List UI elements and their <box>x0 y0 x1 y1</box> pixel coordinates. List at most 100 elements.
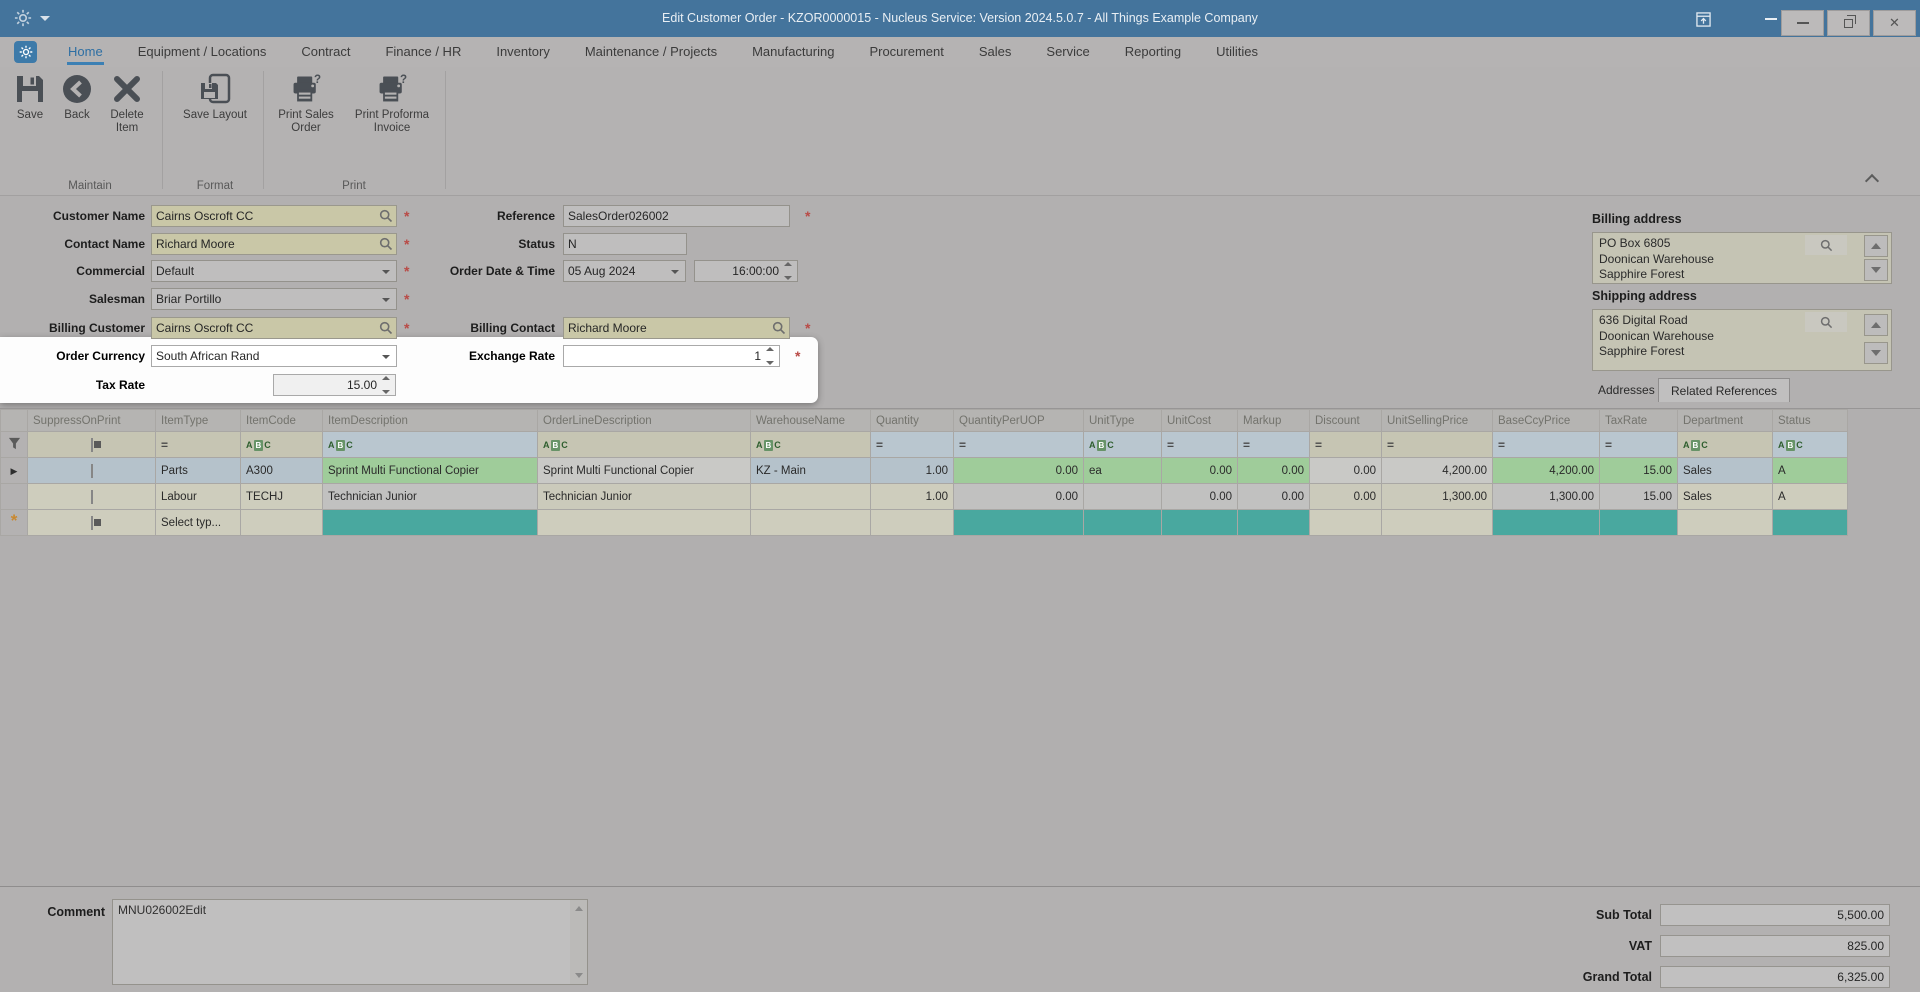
filter-orderlinedescription[interactable] <box>537 431 751 458</box>
checkbox-indeterminate-icon[interactable] <box>90 437 93 452</box>
col-header-unitcost[interactable]: UnitCost <box>1161 409 1238 432</box>
checkbox-unchecked-icon[interactable] <box>90 463 93 478</box>
lookup-icon[interactable] <box>772 321 786 335</box>
cell-itemdescription[interactable]: Sprint Multi Functional Copier <box>322 457 538 484</box>
tab-finance-hr[interactable]: Finance / HR <box>384 39 462 65</box>
cell-department[interactable]: Sales <box>1677 483 1773 510</box>
filter-taxrate[interactable]: = <box>1599 431 1678 458</box>
filter-itemtype[interactable]: = <box>155 431 241 458</box>
tax-rate-spinner[interactable]: 15.00 <box>273 374 396 396</box>
comment-textarea[interactable]: MNU026002Edit <box>112 899 588 985</box>
cell-unitsellingprice[interactable] <box>1381 509 1493 536</box>
cell-itemtype[interactable]: Labour <box>155 483 241 510</box>
cell-markup[interactable]: 0.00 <box>1237 483 1310 510</box>
lookup-icon[interactable] <box>379 237 393 251</box>
cell-itemtype[interactable]: Parts <box>155 457 241 484</box>
cell-itemcode[interactable] <box>240 509 323 536</box>
col-header-itemcode[interactable]: ItemCode <box>240 409 323 432</box>
cell-unittype[interactable] <box>1083 483 1162 510</box>
shipping-address-box[interactable]: 636 Digital Road Doonican Warehouse Sapp… <box>1592 309 1892 371</box>
cell-unitsellingprice[interactable]: 4,200.00 <box>1381 457 1493 484</box>
spinner-arrows-icon[interactable] <box>781 262 795 280</box>
cell-discount[interactable]: 0.00 <box>1309 483 1382 510</box>
window-minimize-button[interactable] <box>1760 9 1782 29</box>
filter-unitcost[interactable]: = <box>1161 431 1238 458</box>
cell-discount[interactable] <box>1309 509 1382 536</box>
cell-department[interactable] <box>1677 509 1773 536</box>
app-menu-gear-icon[interactable] <box>14 41 37 63</box>
cell-unittype[interactable] <box>1083 509 1162 536</box>
new-order-line-row[interactable]: * Select typ... <box>0 509 1848 536</box>
cell-warehousename[interactable] <box>750 509 871 536</box>
suppress-checkbox[interactable] <box>27 457 156 484</box>
cell-quantity[interactable]: 1.00 <box>870 457 954 484</box>
spinner-arrows-icon[interactable] <box>379 376 393 394</box>
cell-itemdescription[interactable]: Technician Junior <box>322 483 538 510</box>
order-line-row[interactable]: ▶ Parts A300 Sprint Multi Functional Cop… <box>0 457 1848 484</box>
col-header-markup[interactable]: Markup <box>1237 409 1310 432</box>
col-header-warehousename[interactable]: WarehouseName <box>750 409 871 432</box>
lookup-icon[interactable] <box>379 321 393 335</box>
print-proforma-invoice-button[interactable]: ? Print Proforma Invoice <box>348 73 436 135</box>
tab-related-references[interactable]: Related References <box>1658 378 1791 402</box>
col-header-status[interactable]: Status <box>1772 409 1848 432</box>
ribbon-pin-icon[interactable] <box>1692 9 1714 29</box>
col-header-orderlinedescription[interactable]: OrderLineDescription <box>537 409 751 432</box>
cell-baseccyprice[interactable] <box>1492 509 1600 536</box>
order-line-row[interactable]: Labour TECHJ Technician Junior Technicia… <box>0 483 1848 510</box>
filter-itemdescription[interactable] <box>322 431 538 458</box>
reference-field[interactable]: SalesOrder026002 <box>563 205 790 227</box>
checkbox-unchecked-icon[interactable] <box>90 489 93 504</box>
suppress-checkbox[interactable] <box>27 483 156 510</box>
cell-itemtype[interactable]: Select typ... <box>155 509 241 536</box>
customer-name-field[interactable]: Cairns Oscroft CC <box>151 205 397 227</box>
document-restore-button[interactable] <box>1827 10 1870 36</box>
col-header-suppressonprint[interactable]: SuppressOnPrint <box>27 409 156 432</box>
cell-itemcode[interactable]: TECHJ <box>240 483 323 510</box>
filter-department[interactable] <box>1677 431 1773 458</box>
lookup-icon[interactable] <box>1805 235 1847 255</box>
tab-home[interactable]: Home <box>67 39 104 65</box>
col-header-itemdescription[interactable]: ItemDescription <box>322 409 538 432</box>
billing-customer-field[interactable]: Cairns Oscroft CC <box>151 317 397 339</box>
tab-sales[interactable]: Sales <box>978 39 1013 65</box>
tab-addresses[interactable]: Addresses <box>1586 378 1667 402</box>
filter-status[interactable] <box>1772 431 1848 458</box>
col-header-itemtype[interactable]: ItemType <box>155 409 241 432</box>
delete-item-button[interactable]: Delete Item <box>100 73 154 135</box>
commercial-dropdown[interactable]: Default <box>151 260 397 282</box>
comment-scrollbar[interactable] <box>570 900 587 984</box>
filter-markup[interactable]: = <box>1237 431 1310 458</box>
col-header-baseccyprice[interactable]: BaseCcyPrice <box>1492 409 1600 432</box>
spinner-arrows-icon[interactable] <box>763 347 777 365</box>
cell-quantityperuop[interactable] <box>953 509 1084 536</box>
filter-itemcode[interactable] <box>240 431 323 458</box>
lookup-icon[interactable] <box>379 209 393 223</box>
document-close-button[interactable]: ✕ <box>1873 10 1916 36</box>
cell-taxrate[interactable]: 15.00 <box>1599 483 1678 510</box>
back-button[interactable]: Back <box>54 73 100 122</box>
cell-taxrate[interactable]: 15.00 <box>1599 457 1678 484</box>
suppress-checkbox[interactable] <box>27 509 156 536</box>
col-header-department[interactable]: Department <box>1677 409 1773 432</box>
filter-quantityperuop[interactable]: = <box>953 431 1084 458</box>
tab-procurement[interactable]: Procurement <box>868 39 944 65</box>
cell-quantity[interactable] <box>870 509 954 536</box>
tab-inventory[interactable]: Inventory <box>495 39 550 65</box>
col-header-discount[interactable]: Discount <box>1309 409 1382 432</box>
cell-warehousename[interactable] <box>750 483 871 510</box>
scroll-up-icon[interactable] <box>571 901 586 916</box>
billing-address-box[interactable]: PO Box 6805 Doonican Warehouse Sapphire … <box>1592 232 1892 284</box>
cell-unitcost[interactable]: 0.00 <box>1161 457 1238 484</box>
filter-funnel-icon[interactable] <box>0 431 28 458</box>
cell-quantityperuop[interactable]: 0.00 <box>953 457 1084 484</box>
scroll-up-button[interactable] <box>1864 235 1888 257</box>
lookup-icon[interactable] <box>1805 312 1847 332</box>
cell-taxrate[interactable] <box>1599 509 1678 536</box>
tab-maintenance-projects[interactable]: Maintenance / Projects <box>584 39 718 65</box>
cell-department[interactable]: Sales <box>1677 457 1773 484</box>
cell-discount[interactable]: 0.00 <box>1309 457 1382 484</box>
tab-equipment-locations[interactable]: Equipment / Locations <box>137 39 268 65</box>
scroll-down-button[interactable] <box>1864 259 1888 281</box>
scroll-down-icon[interactable] <box>571 968 586 983</box>
